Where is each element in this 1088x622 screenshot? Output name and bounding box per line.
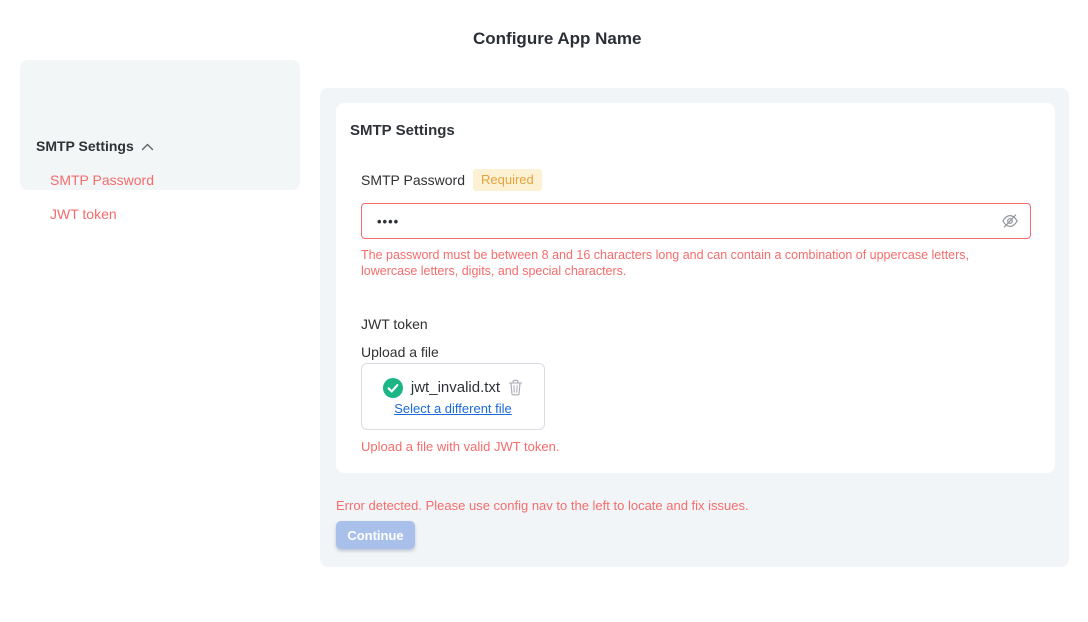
nav-section-smtp-settings[interactable]: SMTP Settings — [36, 138, 154, 154]
required-badge: Required — [473, 169, 542, 191]
smtp-password-label: SMTP Password — [361, 172, 465, 188]
page-title: Configure App Name — [473, 29, 641, 49]
uploaded-file-name: jwt_invalid.txt — [411, 379, 500, 396]
uploaded-file-row: jwt_invalid.txt — [383, 378, 523, 398]
smtp-password-label-row: SMTP Password Required — [361, 169, 542, 191]
eye-off-icon — [1001, 212, 1019, 230]
configure-page: Configure App Name SMTP Settings SMTP Pa… — [0, 0, 1088, 622]
card-heading: SMTP Settings — [350, 122, 455, 139]
trash-icon — [508, 379, 523, 396]
jwt-upload-error-text: Upload a file with valid JWT token. — [361, 439, 559, 454]
jwt-token-label: JWT token — [361, 316, 428, 332]
smtp-password-input[interactable] — [361, 203, 1031, 239]
upload-file-label: Upload a file — [361, 344, 439, 360]
password-helper-text: The password must be between 8 and 16 ch… — [361, 247, 1017, 279]
file-upload-box: jwt_invalid.txt Sele — [361, 363, 545, 430]
nav-section-label: SMTP Settings — [36, 138, 134, 154]
nav-item-jwt-token[interactable]: JWT token — [50, 206, 117, 222]
panel-error-message: Error detected. Please use config nav to… — [336, 498, 749, 513]
config-panel: SMTP Settings SMTP Password Required — [320, 88, 1069, 567]
chevron-up-icon — [141, 142, 154, 151]
toggle-password-visibility-button[interactable] — [1001, 212, 1019, 230]
continue-button[interactable]: Continue — [336, 521, 415, 549]
check-circle-icon — [383, 378, 403, 398]
delete-file-button[interactable] — [508, 379, 523, 396]
smtp-settings-card: SMTP Settings SMTP Password Required — [336, 103, 1055, 473]
config-nav: SMTP Settings SMTP Password JWT token — [20, 60, 300, 190]
select-different-file-link[interactable]: Select a different file — [394, 401, 512, 416]
nav-item-smtp-password[interactable]: SMTP Password — [50, 172, 154, 188]
smtp-password-input-wrap — [361, 203, 1031, 239]
